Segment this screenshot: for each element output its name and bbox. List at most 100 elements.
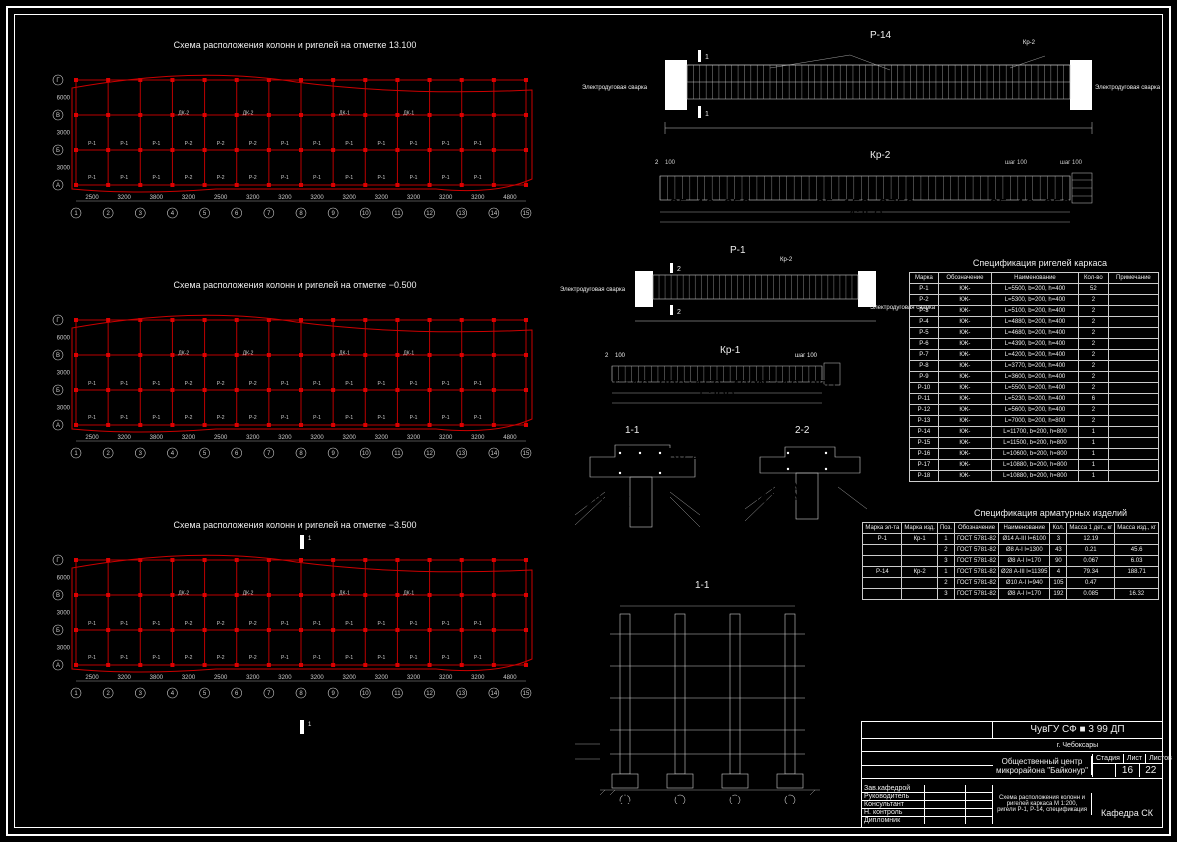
svg-text:3200: 3200 [310,435,324,441]
svg-text:Р-2: Р-2 [185,381,193,387]
svg-text:4800: 4800 [503,435,517,441]
svg-text:Р-2: Р-2 [249,175,257,181]
title-block: ЧувГУ СФ ■ 3 99 ДП г. Чебоксары Обществе… [861,721,1163,828]
svg-text:2500: 2500 [214,195,228,201]
svg-text:7: 7 [267,211,271,217]
svg-text:3200: 3200 [407,435,421,441]
section-11-big: 1-1 4320 [570,580,840,800]
svg-text:12: 12 [426,211,433,217]
svg-text:11: 11 [394,211,401,217]
svg-text:Р-2: Р-2 [185,621,193,627]
svg-text:Р-1: Р-1 [345,381,353,387]
svg-text:Р-1: Р-1 [120,621,128,627]
svg-text:3000: 3000 [57,646,71,652]
svg-text:Р-2: Р-2 [185,175,193,181]
svg-text:Р-1: Р-1 [345,141,353,147]
svg-text:В: В [56,353,60,359]
svg-text:6000: 6000 [57,576,71,582]
svg-text:Р-1: Р-1 [281,415,289,421]
svg-text:2: 2 [677,309,681,316]
svg-text:Б: Б [675,790,686,804]
svg-text:Р-2: Р-2 [249,415,257,421]
svg-text:Р-1: Р-1 [410,415,418,421]
svg-text:Р-1: Р-1 [474,655,482,661]
svg-text:3200: 3200 [375,195,389,201]
svg-text:ДК-2: ДК-2 [178,111,189,117]
svg-text:2500: 2500 [85,195,99,201]
svg-text:3200: 3200 [182,435,196,441]
svg-text:3200: 3200 [407,675,421,681]
svg-text:3200: 3200 [246,675,260,681]
svg-text:14: 14 [491,691,498,697]
svg-text:Р-1: Р-1 [345,655,353,661]
svg-text:5: 5 [203,451,207,457]
svg-text:Р-1: Р-1 [442,621,450,627]
svg-text:2: 2 [677,266,681,273]
svg-text:15: 15 [523,691,530,697]
svg-text:Р-1: Р-1 [345,415,353,421]
svg-text:Р-2: Р-2 [217,141,225,147]
svg-text:Р-1: Р-1 [377,381,385,387]
svg-text:Р-1: Р-1 [88,655,96,661]
svg-text:2500: 2500 [85,435,99,441]
svg-text:Р-1: Р-1 [152,381,160,387]
svg-text:Р-1: Р-1 [88,381,96,387]
svg-text:Р-1: Р-1 [313,175,321,181]
svg-text:10: 10 [362,691,369,697]
svg-text:3000: 3000 [57,131,71,137]
svg-text:Р-1: Р-1 [281,175,289,181]
svg-text:Р-1: Р-1 [442,415,450,421]
svg-text:9: 9 [331,211,335,217]
svg-text:Р-2: Р-2 [249,621,257,627]
svg-text:4320: 4320 [689,594,725,608]
svg-text:А: А [620,790,631,804]
svg-text:25+10=250: 25+10=250 [990,197,1071,214]
svg-text:3200: 3200 [246,435,260,441]
svg-text:ДК-1: ДК-1 [339,111,350,117]
beam-r14-title: Р-14 [870,30,891,41]
svg-text:3200: 3200 [343,195,357,201]
svg-text:9: 9 [331,451,335,457]
svg-text:2500: 2500 [214,675,228,681]
svg-text:Р-1: Р-1 [313,415,321,421]
svg-text:15: 15 [523,211,530,217]
svg-text:Р-1: Р-1 [377,415,385,421]
beam-r14: Р-14 Кр-2 4500 1 1 Электродуг [590,30,1120,160]
svg-text:3200: 3200 [375,675,389,681]
svg-text:Р-1: Р-1 [120,175,128,181]
section-11-small: 1-1 1 Ø20 A-III 1 Ø10 A-III Кр-2 [570,425,720,555]
svg-text:Р-1: Р-1 [120,381,128,387]
svg-text:10: 10 [362,451,369,457]
svg-text:3200: 3200 [439,435,453,441]
svg-text:Р-2: Р-2 [217,621,225,627]
svg-text:4250: 4250 [847,207,883,224]
plan-minus0500: 1250023200338004320052500632007320083200… [40,300,550,470]
svg-text:14: 14 [491,451,498,457]
svg-text:Р-2: Р-2 [217,655,225,661]
svg-text:Р-1: Р-1 [410,381,418,387]
svg-text:Б: Б [56,388,60,394]
svg-text:14: 14 [491,211,498,217]
svg-text:3200: 3200 [278,435,292,441]
svg-text:Р-1: Р-1 [410,175,418,181]
section-mark-top [300,535,304,549]
svg-text:Р-1: Р-1 [88,621,96,627]
svg-text:12: 12 [426,451,433,457]
svg-text:3200: 3200 [278,195,292,201]
svg-text:4: 4 [171,691,175,697]
kr2-title: Кр-2 [870,150,890,161]
svg-text:ДК-2: ДК-2 [178,591,189,597]
svg-text:Р-2: Р-2 [249,141,257,147]
svg-text:3800: 3800 [150,435,164,441]
svg-text:5200: 5200 [699,388,735,405]
svg-text:Р-1: Р-1 [152,415,160,421]
section-mark-label-bot: 1 [308,722,311,728]
svg-text:7: 7 [267,451,271,457]
svg-text:ДК-2: ДК-2 [243,591,254,597]
svg-text:Р-2: Р-2 [217,415,225,421]
svg-text:25+10=250: 25+10=250 [755,378,836,395]
svg-text:ДК-1: ДК-1 [403,111,414,117]
svg-text:13: 13 [458,451,465,457]
svg-text:2500: 2500 [85,675,99,681]
svg-text:ДК-1: ДК-1 [339,351,350,357]
